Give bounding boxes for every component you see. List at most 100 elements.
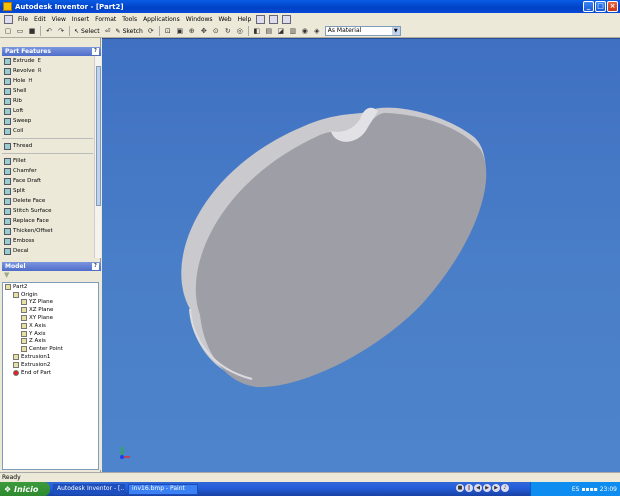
tree-item[interactable]: Center Point xyxy=(3,345,98,353)
model-header[interactable]: Model ? xyxy=(2,262,101,271)
tree-item[interactable]: Extrusion1 xyxy=(3,353,98,361)
media-play-icon[interactable]: ▶ xyxy=(483,484,491,492)
zoom-all-icon[interactable]: ⊡ xyxy=(163,26,173,36)
zoom-selected-icon[interactable]: ⊙ xyxy=(211,26,221,36)
feature-item[interactable]: Thicken/Offset xyxy=(2,226,93,236)
view-triad xyxy=(120,447,130,459)
tree-item[interactable]: Origin xyxy=(3,291,98,299)
start-button[interactable]: ❖ Inicio xyxy=(0,482,50,496)
tree-item[interactable]: Z Axis xyxy=(3,338,98,346)
media-prev-icon[interactable]: ◀ xyxy=(474,484,482,492)
media-controls: ■ ‖ ◀ ▶ ▶ ♪ xyxy=(456,484,509,492)
tree-item[interactable]: XY Plane xyxy=(3,314,98,322)
save-icon[interactable]: ■ xyxy=(27,26,37,36)
help-topics-icon[interactable] xyxy=(256,14,266,24)
feature-item[interactable]: Loft xyxy=(2,106,93,116)
graphics-viewport[interactable] xyxy=(102,38,620,472)
menu-view[interactable]: View xyxy=(49,16,69,23)
menu-windows[interactable]: Windows xyxy=(183,16,216,23)
grid-icon[interactable] xyxy=(269,14,279,24)
tree-item[interactable]: Part2 xyxy=(3,283,98,291)
scrollbar-thumb[interactable] xyxy=(96,66,101,206)
feature-item[interactable]: Revolve R xyxy=(2,66,93,76)
help-icon[interactable]: ? xyxy=(92,48,99,55)
menu-format[interactable]: Format xyxy=(92,16,119,23)
feature-item[interactable]: Extrude E xyxy=(2,56,93,66)
redo-icon[interactable]: ↷ xyxy=(56,26,66,36)
tree-item-label: Center Point xyxy=(29,346,63,353)
tree-item[interactable]: XZ Plane xyxy=(3,306,98,314)
camera-icon[interactable]: ▤ xyxy=(264,26,274,36)
select-button[interactable]: ↖ Select xyxy=(74,28,100,35)
media-volume-icon[interactable]: ♪ xyxy=(501,484,509,492)
tree-item[interactable]: Extrusion2 xyxy=(3,361,98,369)
zoom-icon[interactable]: ⊕ xyxy=(187,26,197,36)
feature-item[interactable]: Hole H xyxy=(2,76,93,86)
menu-help[interactable]: Help xyxy=(235,16,255,23)
feature-item[interactable]: Thread xyxy=(2,141,93,151)
menu-insert[interactable]: Insert xyxy=(69,16,92,23)
feature-item[interactable]: Decal xyxy=(2,246,93,256)
filter-icon[interactable]: ▼ xyxy=(2,271,99,282)
media-pause-icon[interactable]: ‖ xyxy=(465,484,473,492)
feature-item[interactable]: Coil xyxy=(2,126,93,136)
shadow-icon[interactable]: ◪ xyxy=(276,26,286,36)
new-icon[interactable]: ▢ xyxy=(3,26,13,36)
menu-file[interactable]: File xyxy=(15,16,31,23)
pan-icon[interactable]: ✥ xyxy=(199,26,209,36)
display-mode-icon[interactable]: ◧ xyxy=(252,26,262,36)
visibility-icon[interactable]: ◉ xyxy=(300,26,310,36)
feature-item[interactable]: Chamfer xyxy=(2,166,93,176)
feature-icon xyxy=(4,107,11,115)
feature-item[interactable]: Fillet xyxy=(2,156,93,166)
feature-item[interactable]: Emboss xyxy=(2,236,93,246)
feature-item[interactable]: Sweep xyxy=(2,116,93,126)
tree-item[interactable]: YZ Plane xyxy=(3,299,98,307)
feature-item[interactable]: Face Draft xyxy=(2,176,93,186)
features-scrollbar[interactable] xyxy=(94,56,101,258)
tray-icons[interactable]: ▪▪▪▪ xyxy=(581,486,597,493)
minimize-button[interactable]: _ xyxy=(583,1,594,12)
feature-item[interactable]: Stitch Surface xyxy=(2,206,93,216)
media-stop-icon[interactable]: ■ xyxy=(456,484,464,492)
close-button[interactable]: × xyxy=(607,1,618,12)
feature-item[interactable]: Rib xyxy=(2,96,93,106)
task-paint[interactable]: inv16.bmp - Paint xyxy=(128,483,198,495)
look-at-icon[interactable]: ◎ xyxy=(235,26,245,36)
update-icon[interactable]: ⟳ xyxy=(146,26,156,36)
crosshair-icon[interactable] xyxy=(282,14,292,24)
sectional-view-icon[interactable]: ▥ xyxy=(288,26,298,36)
feature-item[interactable]: Replace Face xyxy=(2,216,93,226)
menu-tools[interactable]: Tools xyxy=(119,16,140,23)
tree-node-icon xyxy=(13,361,19,368)
tree-item[interactable]: X Axis xyxy=(3,322,98,330)
feature-divider xyxy=(2,153,93,154)
part-features-header[interactable]: Part Features ? xyxy=(2,47,101,56)
taskbar: ❖ Inicio Autodesk Inventor - [... inv16.… xyxy=(0,482,620,496)
menu-web[interactable]: Web xyxy=(216,16,235,23)
menu-applications[interactable]: Applications xyxy=(140,16,183,23)
feature-item[interactable]: Split xyxy=(2,186,93,196)
task-inventor[interactable]: Autodesk Inventor - [... xyxy=(53,483,125,495)
select-arrow-icon: ↖ xyxy=(74,27,80,35)
maximize-button[interactable]: □ xyxy=(595,1,606,12)
open-icon[interactable]: ▭ xyxy=(15,26,25,36)
media-next-icon[interactable]: ▶ xyxy=(492,484,500,492)
language-indicator[interactable]: ES xyxy=(572,486,580,493)
zoom-window-icon[interactable]: ▣ xyxy=(175,26,185,36)
tree-item[interactable]: End of Part xyxy=(3,369,98,377)
material-select[interactable]: As Material ▼ xyxy=(324,26,401,36)
help-icon[interactable]: ? xyxy=(92,263,99,270)
rotate-icon[interactable]: ↻ xyxy=(223,26,233,36)
sketch-button[interactable]: ✎ Sketch xyxy=(116,28,143,35)
feature-icon xyxy=(4,157,11,165)
chevron-down-icon[interactable]: ▼ xyxy=(391,27,400,35)
undo-icon[interactable]: ↶ xyxy=(44,26,54,36)
tree-node-icon xyxy=(21,299,27,306)
feature-item[interactable]: Delete Face xyxy=(2,196,93,206)
feature-icon xyxy=(4,227,11,235)
menu-edit[interactable]: Edit xyxy=(31,16,49,23)
feature-item[interactable]: Shell xyxy=(2,86,93,96)
return-icon[interactable]: ⏎ xyxy=(103,26,113,36)
tree-item[interactable]: Y Axis xyxy=(3,330,98,338)
